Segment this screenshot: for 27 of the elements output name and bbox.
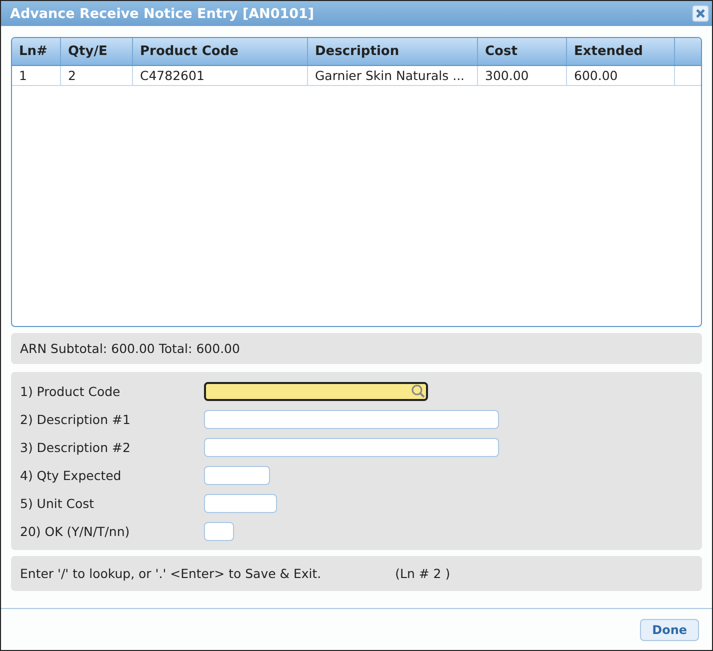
field-label: 3) Description #2 (20, 440, 132, 454)
table-cell: 1 (12, 66, 61, 86)
totals-text: ARN Subtotal: 600.00 Total: 600.00 (20, 341, 240, 356)
table-cell: C4782601 (133, 66, 308, 86)
close-button[interactable] (692, 5, 709, 22)
line-number: (Ln # 2 ) (395, 566, 450, 581)
table-cell: 300.00 (478, 66, 567, 86)
field-label: 2) Description #1 (20, 412, 132, 426)
field-label: 1) Product Code (20, 384, 122, 398)
column-header[interactable]: Description (308, 38, 478, 65)
field-label: 20) OK (Y/N/T/nn) (20, 524, 131, 538)
table-cell: Garnier Skin Naturals ... (308, 66, 478, 86)
window-title: Advance Receive Notice Entry [AN0101] (10, 6, 314, 22)
field-label: 4) Qty Expected (20, 468, 122, 482)
hint-text: Enter '/' to lookup, or '.' <Enter> to Save & Exit. (20, 566, 322, 581)
column-header[interactable]: Cost (478, 38, 567, 65)
column-header[interactable]: Qty/E (61, 38, 133, 65)
field-label: 5) Unit Cost (20, 496, 96, 510)
column-header[interactable]: Ln# (12, 38, 61, 65)
close-icon (695, 8, 706, 19)
done-button[interactable]: Done (640, 618, 699, 640)
table-cell: 600.00 (567, 66, 675, 86)
search-icon[interactable] (411, 384, 425, 398)
input-field[interactable] (204, 382, 428, 400)
column-header[interactable]: Product Code (133, 38, 308, 65)
column-header[interactable]: Extended (567, 38, 675, 65)
table-cell: 2 (61, 66, 133, 86)
